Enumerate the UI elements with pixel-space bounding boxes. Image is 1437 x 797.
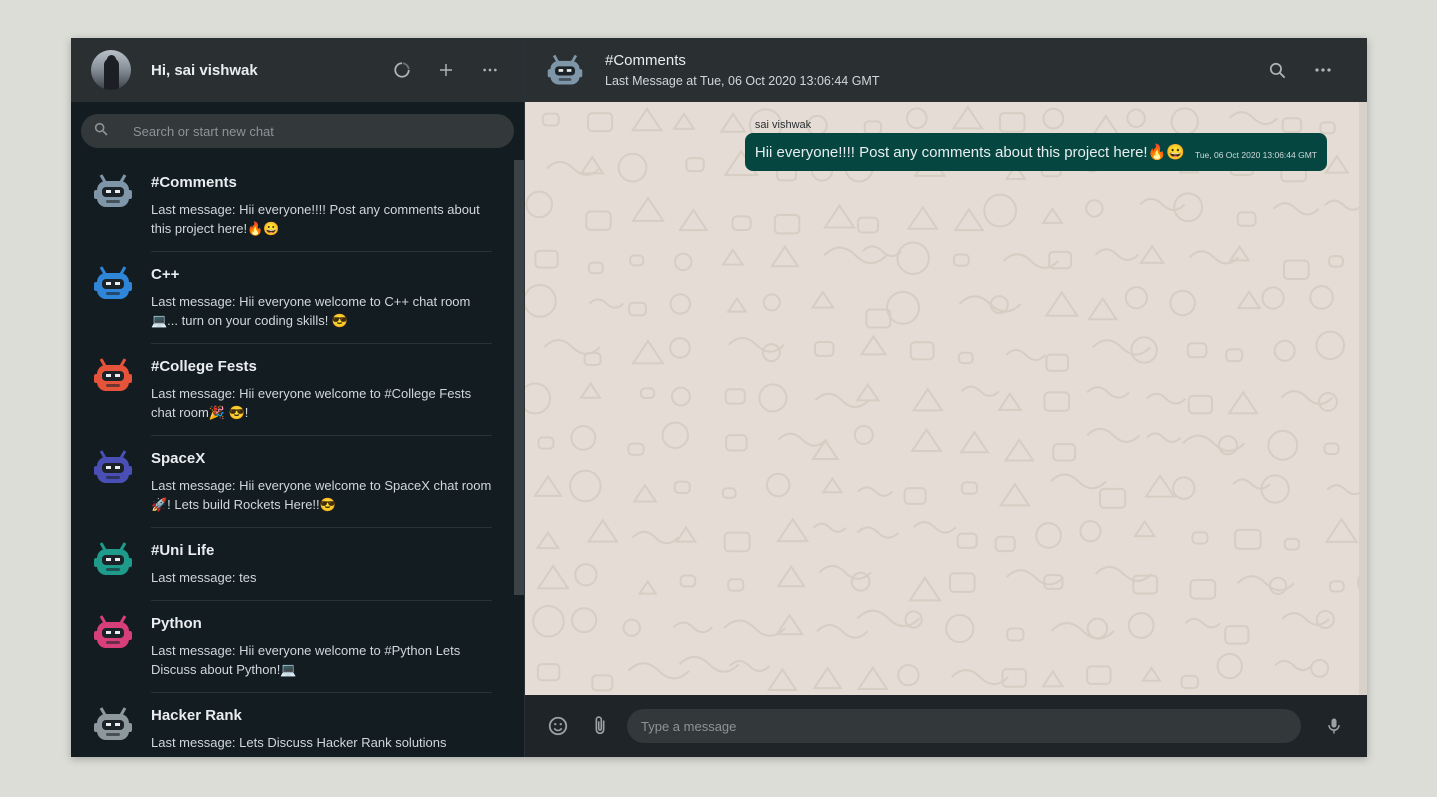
chat-list-item[interactable]: Python Last message: Hii everyone welcome… bbox=[71, 601, 512, 693]
chat-avatar bbox=[91, 353, 135, 397]
chat-last-message: Last message: Hii everyone welcome to #P… bbox=[151, 643, 461, 677]
chat-avatar bbox=[91, 261, 135, 305]
chat-last-message: Last message: Hii everyone welcome to C+… bbox=[151, 294, 471, 328]
doodle-background bbox=[525, 105, 1367, 692]
chat-avatar bbox=[91, 702, 135, 746]
chat-last-message: Last message: Lets Discuss Hacker Rank s… bbox=[151, 735, 447, 750]
chat-list-item[interactable]: Hacker Rank Last message: Lets Discuss Ha… bbox=[71, 693, 512, 757]
microphone-icon[interactable] bbox=[1323, 715, 1345, 737]
user-avatar[interactable] bbox=[91, 50, 131, 90]
chat-avatar bbox=[91, 169, 135, 213]
user-greeting: Hi, sai vishwak bbox=[151, 61, 258, 79]
more-icon[interactable] bbox=[480, 60, 500, 80]
refresh-icon[interactable] bbox=[392, 60, 412, 80]
chat-last-message: Last message: Hii everyone!!!! Post any … bbox=[151, 202, 480, 236]
room-last-message-time: Last Message at Tue, 06 Oct 2020 13:06:4… bbox=[605, 74, 880, 88]
chat-last-message: Last message: Hii everyone welcome to Sp… bbox=[151, 478, 492, 512]
outgoing-message: sai vishwak Hii everyone!!!! Post any co… bbox=[744, 119, 1327, 171]
chat-app-window: Hi, sai vishwak #CommentsLas bbox=[71, 38, 1367, 757]
chat-header: #Comments Last Message at Tue, 06 Oct 20… bbox=[525, 38, 1367, 102]
search-icon bbox=[93, 121, 109, 142]
more-icon[interactable] bbox=[1313, 60, 1333, 80]
message-sender: sai vishwak bbox=[754, 119, 812, 131]
sidebar: Hi, sai vishwak #CommentsLas bbox=[71, 38, 525, 757]
chat-name: C++ bbox=[151, 266, 180, 283]
chat-panel: #Comments Last Message at Tue, 06 Oct 20… bbox=[525, 38, 1367, 757]
message-bubble[interactable]: Hii everyone!!!! Post any comments about… bbox=[744, 133, 1327, 171]
message-input[interactable] bbox=[639, 717, 1289, 735]
message-area[interactable]: sai vishwak Hii everyone!!!! Post any co… bbox=[525, 102, 1367, 695]
chat-name: #Uni Life bbox=[151, 542, 215, 559]
plus-icon[interactable] bbox=[436, 60, 456, 80]
chat-name: #Comments bbox=[151, 174, 237, 191]
composer bbox=[525, 695, 1367, 757]
room-title: #Comments bbox=[605, 52, 686, 69]
sidebar-header: Hi, sai vishwak bbox=[71, 38, 524, 102]
chat-last-message: Last message: tes bbox=[151, 570, 257, 585]
chat-list: #Comments Last message: Hii everyone!!!! … bbox=[71, 160, 512, 757]
chat-name: #College Fests bbox=[151, 358, 257, 375]
chat-name: SpaceX bbox=[151, 450, 206, 467]
chat-list-item[interactable]: C++ Last message: Hii everyone welcome to… bbox=[71, 252, 512, 344]
message-input-wrap bbox=[627, 709, 1301, 743]
chat-avatar bbox=[91, 445, 135, 489]
room-avatar[interactable] bbox=[545, 50, 585, 90]
chat-list-item[interactable]: SpaceX Last message: Hii everyone welcome… bbox=[71, 436, 512, 528]
chat-avatar bbox=[91, 537, 135, 581]
chat-avatar bbox=[91, 610, 135, 654]
message-text: Hii everyone!!!! Post any comments about… bbox=[754, 144, 1185, 161]
chat-name: Hacker Rank bbox=[151, 707, 242, 724]
chat-name: Python bbox=[151, 615, 202, 632]
search-icon[interactable] bbox=[1267, 60, 1287, 80]
chat-list-scrollbar[interactable] bbox=[514, 160, 524, 595]
attach-icon[interactable] bbox=[589, 715, 611, 737]
emoji-icon[interactable] bbox=[547, 715, 569, 737]
message-timestamp: Tue, 06 Oct 2020 13:06:44 GMT bbox=[1194, 150, 1317, 160]
search-bar bbox=[81, 114, 514, 148]
chat-list-item[interactable]: #College Fests Last message: Hii everyone… bbox=[71, 344, 512, 436]
chat-last-message: Last message: Hii everyone welcome to #C… bbox=[151, 386, 472, 420]
chat-list-item[interactable]: #Uni Life Last message: tes bbox=[71, 528, 512, 601]
message-scrollbar[interactable] bbox=[1359, 102, 1367, 695]
chat-list-item[interactable]: #Comments Last message: Hii everyone!!!! … bbox=[71, 160, 512, 252]
search-input[interactable] bbox=[131, 122, 502, 140]
search-container bbox=[71, 102, 524, 160]
